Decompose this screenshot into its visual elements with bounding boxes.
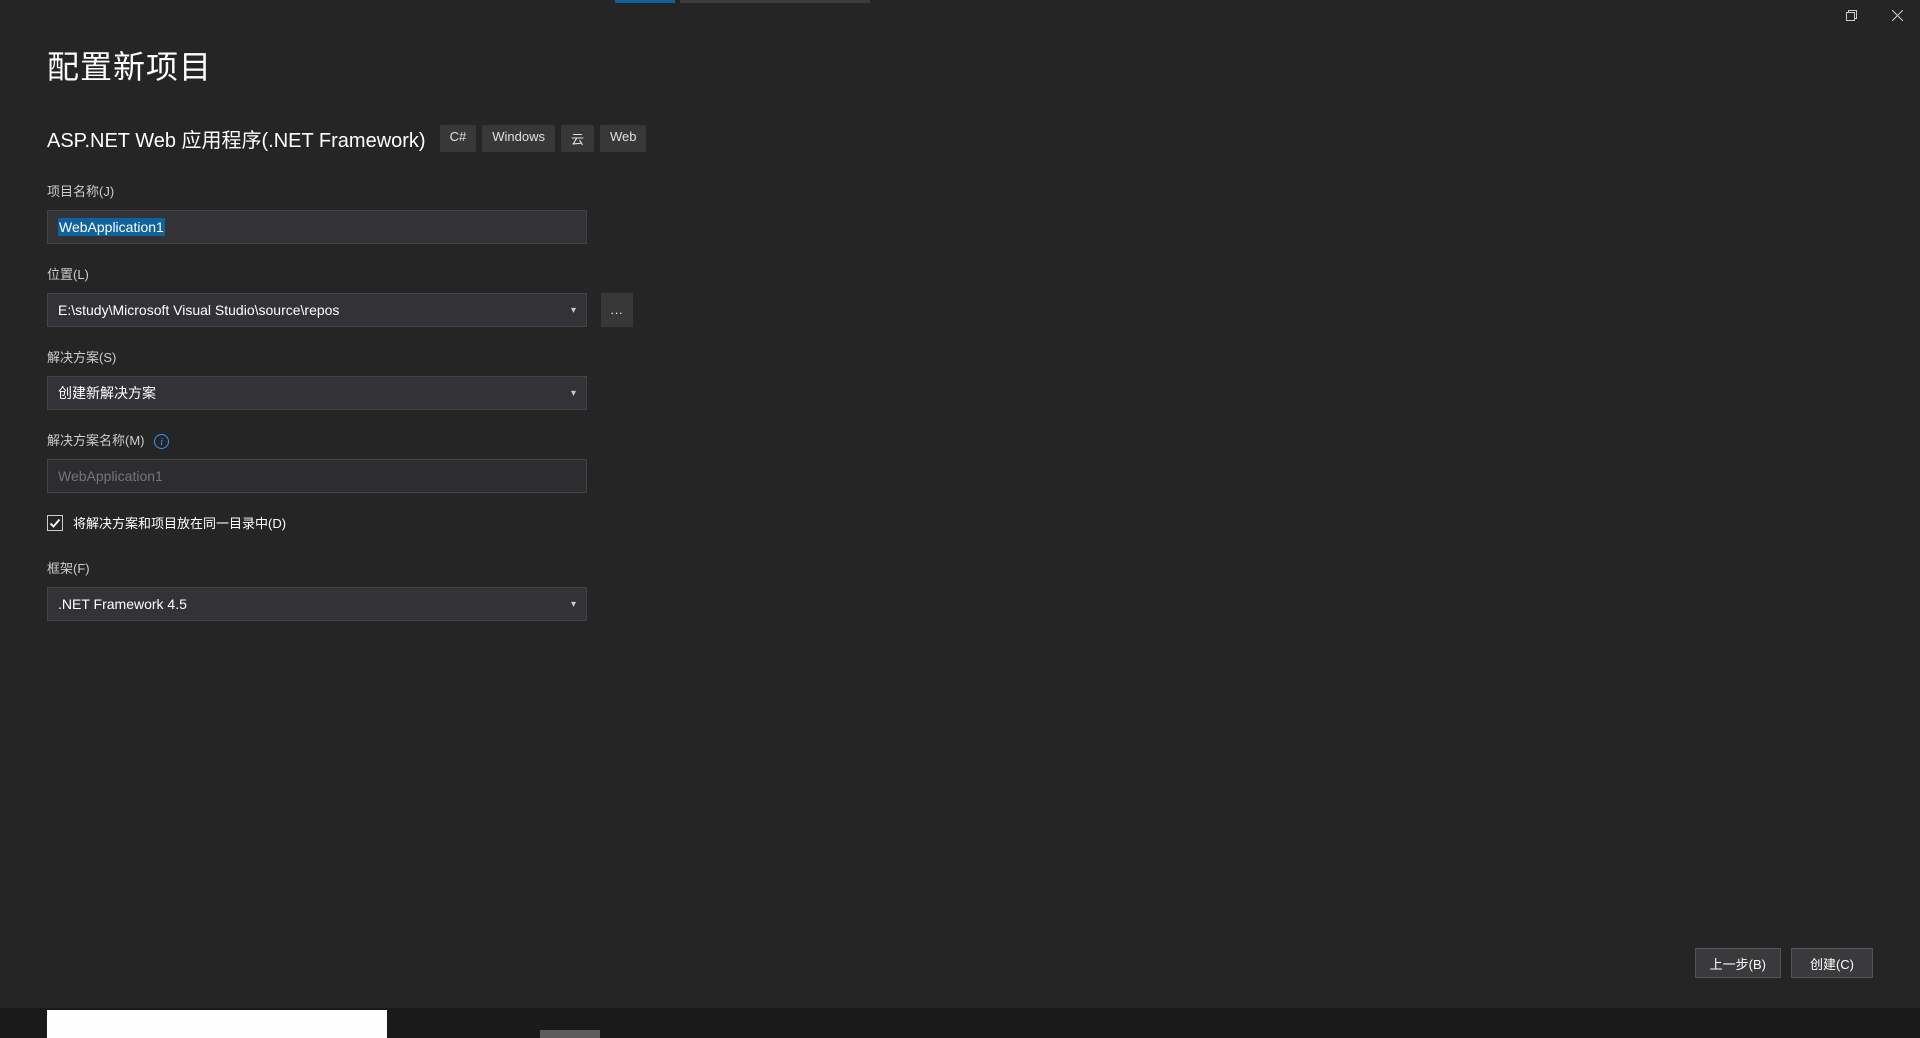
location-label: 位置(L) (47, 264, 1873, 283)
restore-icon (1846, 10, 1857, 21)
active-tab-indicator (615, 0, 675, 3)
taskbar-item[interactable] (47, 1010, 387, 1038)
same-dir-row: 将解决方案和项目放在同一目录中(D) (47, 513, 1873, 532)
titlebar (0, 0, 1920, 30)
solution-value: 创建新解决方案 (58, 383, 156, 403)
create-button[interactable]: 创建(C) (1791, 948, 1873, 978)
window-controls (1828, 0, 1920, 30)
project-name-group: 项目名称(J) WebApplication1 (47, 181, 1873, 244)
close-button[interactable] (1874, 0, 1920, 30)
tag-platform: Windows (482, 125, 555, 152)
same-dir-checkbox[interactable] (47, 515, 63, 531)
chevron-down-icon: ▾ (571, 305, 576, 316)
solution-group: 解决方案(S) 创建新解决方案 ▾ (47, 347, 1873, 410)
chevron-down-icon: ▾ (571, 599, 576, 610)
tag-cloud: 云 (561, 125, 594, 152)
framework-label: 框架(F) (47, 558, 1873, 577)
tag-web: Web (600, 125, 647, 152)
framework-group: 框架(F) .NET Framework 4.5 ▾ (47, 558, 1873, 621)
check-icon (49, 517, 61, 529)
solution-name-group: 解决方案名称(M) i (47, 430, 1873, 493)
project-type-row: ASP.NET Web 应用程序(.NET Framework) C# Wind… (47, 124, 1873, 153)
browse-button[interactable]: ... (601, 293, 633, 327)
taskbar-item[interactable] (540, 1030, 600, 1038)
location-combo[interactable]: E:\study\Microsoft Visual Studio\source\… (47, 293, 587, 327)
tag-language: C# (440, 125, 477, 152)
chevron-down-icon: ▾ (571, 388, 576, 399)
main-content: 配置新项目 ASP.NET Web 应用程序(.NET Framework) C… (47, 30, 1873, 1038)
solution-name-label: 解决方案名称(M) i (47, 430, 1873, 449)
framework-combo[interactable]: .NET Framework 4.5 ▾ (47, 587, 587, 621)
solution-combo[interactable]: 创建新解决方案 ▾ (47, 376, 587, 410)
taskbar (0, 1008, 1920, 1038)
page-title: 配置新项目 (47, 42, 1873, 88)
solution-label: 解决方案(S) (47, 347, 1873, 366)
info-icon[interactable]: i (154, 434, 169, 449)
project-tags: C# Windows 云 Web (440, 125, 647, 152)
solution-name-input (47, 459, 587, 493)
location-row: E:\study\Microsoft Visual Studio\source\… (47, 293, 1873, 327)
same-dir-label: 将解决方案和项目放在同一目录中(D) (73, 513, 286, 532)
close-icon (1892, 10, 1903, 21)
project-name-input[interactable]: WebApplication1 (47, 210, 587, 244)
framework-value: .NET Framework 4.5 (58, 596, 187, 612)
location-group: 位置(L) E:\study\Microsoft Visual Studio\s… (47, 264, 1873, 327)
project-type: ASP.NET Web 应用程序(.NET Framework) (47, 124, 426, 153)
back-button[interactable]: 上一步(B) (1695, 948, 1781, 978)
inactive-tab-indicator (680, 0, 870, 3)
location-value: E:\study\Microsoft Visual Studio\source\… (58, 302, 339, 318)
footer-buttons: 上一步(B) 创建(C) (1695, 948, 1873, 978)
project-name-label: 项目名称(J) (47, 181, 1873, 200)
restore-button[interactable] (1828, 0, 1874, 30)
project-name-value: WebApplication1 (58, 218, 165, 236)
